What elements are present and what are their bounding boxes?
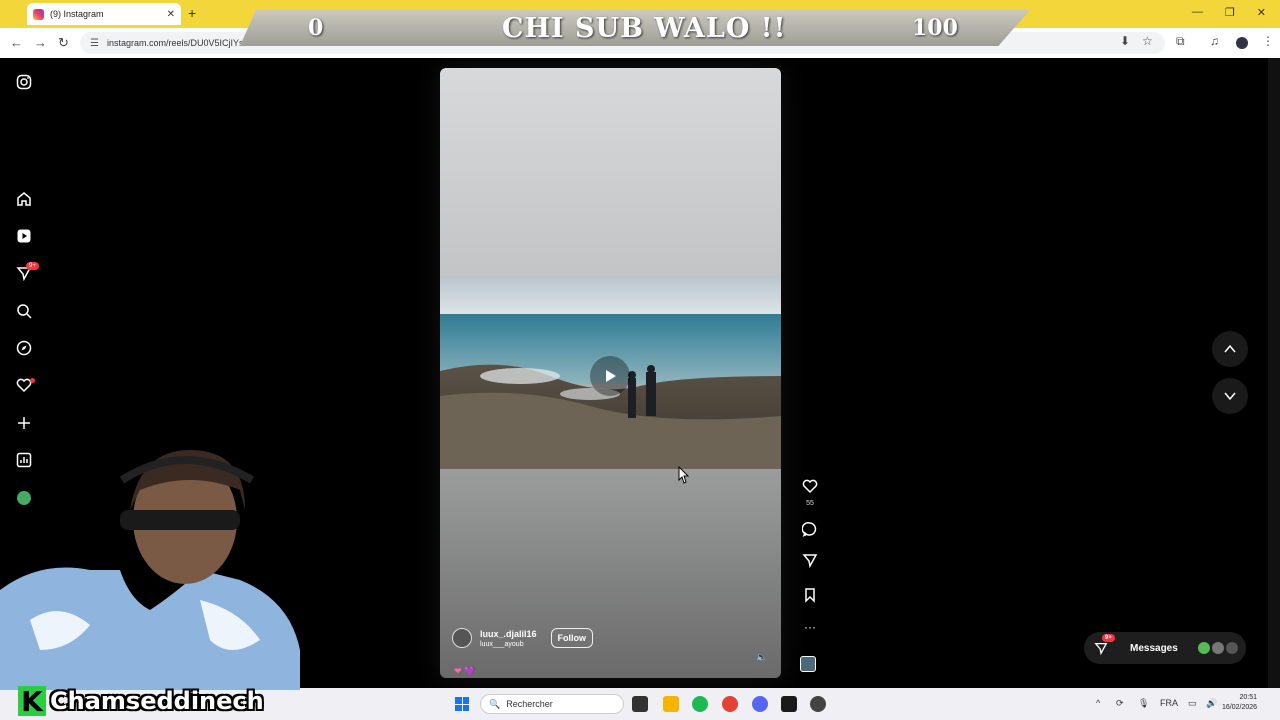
- language-indicator[interactable]: FRA: [1160, 698, 1178, 708]
- banner-right-number: 100: [912, 15, 958, 41]
- profile-avatar-icon[interactable]: [1236, 37, 1248, 49]
- messages-direct-icon: [1094, 642, 1108, 655]
- reload-icon[interactable]: ↻: [58, 35, 69, 51]
- tab-close-icon[interactable]: ✕: [167, 9, 175, 20]
- volume-icon[interactable]: 🔊: [1206, 698, 1217, 709]
- sound-icon[interactable]: 🔈: [756, 652, 767, 663]
- reel-video[interactable]: luux_.djalil16 luux___ayoub Follow ❤ 💜 🔈: [440, 68, 781, 678]
- discord-icon[interactable]: [752, 696, 768, 712]
- tab-title: (9) Instagram: [50, 9, 104, 19]
- streamer-name-overlay: K Chamseddinech: [18, 685, 264, 718]
- save-icon[interactable]: [800, 587, 820, 608]
- chrome-icon[interactable]: [722, 696, 738, 712]
- browser-tab-instagram[interactable]: (9) Instagram ✕: [27, 3, 181, 25]
- obs-icon[interactable]: [810, 696, 826, 712]
- author-username[interactable]: luux_.djalil16: [480, 629, 537, 639]
- messages-label: Messages: [1130, 642, 1178, 654]
- activity-dot: [30, 378, 35, 383]
- banner-left-number: 0: [308, 15, 324, 41]
- audio-user[interactable]: luux___ayoub: [480, 641, 537, 648]
- home-icon[interactable]: [14, 189, 34, 209]
- page-scrollbar[interactable]: [1268, 58, 1280, 688]
- file-explorer-icon[interactable]: [663, 696, 679, 712]
- install-icon[interactable]: ⬇: [1120, 34, 1130, 48]
- notification-badge: 9+: [26, 262, 39, 270]
- previous-reel-button[interactable]: [1212, 331, 1248, 367]
- instagram-icon[interactable]: [14, 72, 34, 92]
- window-controls: — ❐ ✕: [1192, 6, 1266, 19]
- minimize-button[interactable]: —: [1192, 6, 1203, 19]
- messages-button[interactable]: 9+ Messages: [1084, 632, 1246, 664]
- site-info-icon[interactable]: ☰: [90, 38, 99, 49]
- microphone-icon[interactable]: 🎙: [1138, 698, 1149, 709]
- extensions-icon[interactable]: ⧉: [1176, 34, 1185, 49]
- reels-icon[interactable]: [14, 226, 34, 246]
- browser-menu-icon[interactable]: ⋮: [1262, 34, 1274, 48]
- like-icon[interactable]: [800, 478, 820, 499]
- tray-chevron-icon[interactable]: ^: [1096, 698, 1100, 708]
- streamer-initial: K: [18, 685, 46, 718]
- clock-time: 20:51: [1239, 694, 1258, 701]
- reel-author: luux_.djalil16 luux___ayoub Follow: [452, 628, 594, 648]
- author-names: luux_.djalil16 luux___ayoub: [480, 629, 537, 648]
- reel-emojis: ❤ 💜: [454, 666, 476, 676]
- messages-badge: 9+: [1102, 634, 1115, 642]
- follow-button[interactable]: Follow: [550, 628, 594, 648]
- terminal-icon[interactable]: [781, 696, 797, 712]
- tray-sync-icon[interactable]: ⟳: [1116, 698, 1124, 709]
- maximize-button[interactable]: ❐: [1225, 6, 1235, 19]
- new-tab-button[interactable]: +: [188, 5, 196, 21]
- more-options-icon[interactable]: ···: [800, 620, 820, 634]
- network-icon[interactable]: ▭: [1188, 698, 1197, 709]
- instagram-favicon-icon: [33, 8, 44, 20]
- task-view-icon[interactable]: [632, 696, 648, 712]
- stream-overlay-banner: 0 CHI SUB WALO !! 100: [240, 10, 1030, 46]
- bookmark-star-icon[interactable]: ☆: [1142, 34, 1153, 48]
- taskbar-search-icon: 🔍: [489, 698, 501, 709]
- explore-icon[interactable]: [14, 338, 34, 358]
- clock-date: 16/02/2026: [1222, 704, 1258, 711]
- share-icon[interactable]: [800, 552, 820, 573]
- url-text: instagram.com/reels/DU0V5ICjIYs/: [106, 38, 247, 48]
- author-avatar[interactable]: [452, 628, 472, 648]
- next-reel-button[interactable]: [1212, 378, 1248, 414]
- streamer-name: Chamseddinech: [50, 687, 264, 715]
- banner-title: CHI SUB WALO !!: [502, 12, 787, 44]
- audio-thumbnail[interactable]: [800, 656, 820, 672]
- close-window-button[interactable]: ✕: [1257, 6, 1266, 19]
- clock[interactable]: 20:51 16/02/2026: [1222, 693, 1257, 713]
- like-count: 55: [806, 500, 814, 507]
- create-icon[interactable]: [14, 413, 34, 433]
- start-icon[interactable]: [455, 697, 469, 711]
- forward-icon[interactable]: →: [34, 35, 47, 50]
- messages-avatars: [1198, 642, 1238, 654]
- media-icon[interactable]: ♫: [1210, 34, 1219, 48]
- mouse-cursor-icon: [678, 466, 690, 484]
- spotify-icon[interactable]: [692, 696, 708, 712]
- taskbar-search-placeholder: Rechercher: [506, 699, 553, 709]
- back-icon[interactable]: ←: [10, 35, 23, 50]
- comment-icon[interactable]: [800, 521, 820, 542]
- play-icon[interactable]: [590, 356, 630, 396]
- search-icon[interactable]: [14, 301, 34, 321]
- taskbar-search[interactable]: 🔍 Rechercher: [480, 694, 624, 714]
- webcam-overlay: [0, 450, 300, 690]
